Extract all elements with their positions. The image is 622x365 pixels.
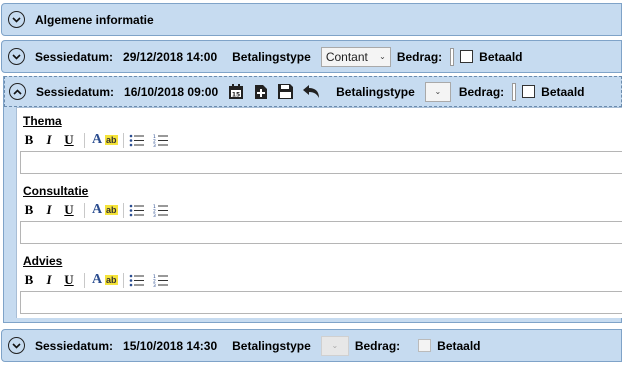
highlight-button[interactable]: ab xyxy=(105,205,118,215)
highlight-button[interactable]: ab xyxy=(105,275,118,285)
underline-button[interactable]: U xyxy=(59,202,79,218)
payment-type-label: Betalingstype xyxy=(232,49,311,64)
payment-type-label: Betalingstype xyxy=(336,84,415,99)
amount-label: Bedrag: xyxy=(458,84,505,99)
amount-input[interactable] xyxy=(450,47,455,66)
toolbar-separator xyxy=(84,272,85,288)
advies-editor[interactable] xyxy=(20,291,622,314)
font-color-button[interactable]: A xyxy=(90,202,104,218)
svg-text:3: 3 xyxy=(153,143,156,147)
svg-text:15: 15 xyxy=(232,91,240,98)
general-info-title: Algemene informatie xyxy=(35,12,154,27)
italic-button[interactable]: I xyxy=(39,132,59,148)
payment-type-label: Betalingstype xyxy=(232,338,311,353)
paid-checkbox[interactable] xyxy=(460,50,474,63)
chevron-down-icon: ⌄ xyxy=(379,52,386,61)
amount-label: Bedrag: xyxy=(396,49,443,64)
amount-input[interactable] xyxy=(512,82,517,101)
section-title: Consultatie xyxy=(23,184,89,198)
italic-button[interactable]: I xyxy=(39,202,59,218)
session-date-label: Sessiedatum: xyxy=(36,84,115,99)
section-title: Thema xyxy=(23,114,62,128)
paid-checkbox[interactable] xyxy=(418,339,432,352)
session-date-value: 15/10/2018 14:30 xyxy=(123,338,218,353)
chevron-down-icon[interactable] xyxy=(8,48,25,65)
underline-button[interactable]: U xyxy=(59,132,79,148)
undo-icon[interactable] xyxy=(303,84,320,99)
session-header-1[interactable]: Sessiedatum: 29/12/2018 14:00 Betalingst… xyxy=(1,40,622,73)
session-date-value: 16/10/2018 09:00 xyxy=(124,84,219,99)
bold-button[interactable]: B xyxy=(19,202,39,218)
session-header-3[interactable]: Sessiedatum: 15/10/2018 14:30 Betalingst… xyxy=(1,329,622,362)
format-toolbar: B I U A ab 123 xyxy=(19,131,169,149)
payment-type-select[interactable]: Contant ⌄ xyxy=(320,46,391,67)
session-date-label: Sessiedatum: xyxy=(35,49,114,64)
paid-checkbox[interactable] xyxy=(522,85,536,98)
bullet-list-icon[interactable] xyxy=(129,134,145,147)
paid-label: Betaald xyxy=(479,49,523,64)
paid-label: Betaald xyxy=(541,84,585,99)
bullet-list-icon[interactable] xyxy=(129,274,145,287)
toolbar-separator xyxy=(122,202,124,218)
calendar-icon[interactable]: 15 xyxy=(228,83,244,100)
payment-type-select[interactable]: ⌄ xyxy=(424,81,451,102)
payment-type-select[interactable]: ⌄ xyxy=(320,335,349,356)
session-date-label: Sessiedatum: xyxy=(35,338,114,353)
payment-type-value: Contant xyxy=(325,49,368,64)
general-info-header[interactable]: Algemene informatie xyxy=(1,3,622,36)
session-date-value: 29/12/2018 14:00 xyxy=(123,49,218,64)
chevron-down-icon[interactable] xyxy=(8,11,25,28)
font-color-button[interactable]: A xyxy=(90,272,104,288)
toolbar-separator xyxy=(84,132,85,148)
chevron-down-icon: ⌄ xyxy=(434,87,442,96)
session-header-2[interactable]: Sessiedatum: 16/10/2018 09:00 15 Betalin… xyxy=(4,76,622,107)
section-title: Advies xyxy=(23,254,63,268)
svg-text:3: 3 xyxy=(153,283,156,287)
consultatie-editor[interactable] xyxy=(20,221,622,244)
chevron-up-icon[interactable] xyxy=(9,83,26,100)
svg-text:3: 3 xyxy=(153,213,156,217)
bold-button[interactable]: B xyxy=(19,132,39,148)
bullet-list-icon[interactable] xyxy=(129,204,145,217)
numbered-list-icon[interactable]: 123 xyxy=(153,134,169,147)
amount-label: Bedrag: xyxy=(354,338,401,353)
numbered-list-icon[interactable]: 123 xyxy=(153,274,169,287)
format-toolbar: B I U A ab 123 xyxy=(19,271,169,289)
chevron-down-icon[interactable] xyxy=(8,337,25,354)
numbered-list-icon[interactable]: 123 xyxy=(153,204,169,217)
thema-editor[interactable] xyxy=(20,151,622,174)
toolbar-separator xyxy=(122,272,124,288)
format-toolbar: B I U A ab 123 xyxy=(19,201,169,219)
font-color-button[interactable]: A xyxy=(90,132,104,148)
toolbar-separator xyxy=(122,132,124,148)
highlight-button[interactable]: ab xyxy=(105,135,118,145)
paid-label: Betaald xyxy=(437,338,481,353)
toolbar-separator xyxy=(84,202,85,218)
italic-button[interactable]: I xyxy=(39,272,59,288)
save-icon[interactable] xyxy=(278,84,294,99)
bold-button[interactable]: B xyxy=(19,272,39,288)
add-icon[interactable] xyxy=(254,84,268,100)
underline-button[interactable]: U xyxy=(59,272,79,288)
chevron-down-icon: ⌄ xyxy=(331,341,339,350)
